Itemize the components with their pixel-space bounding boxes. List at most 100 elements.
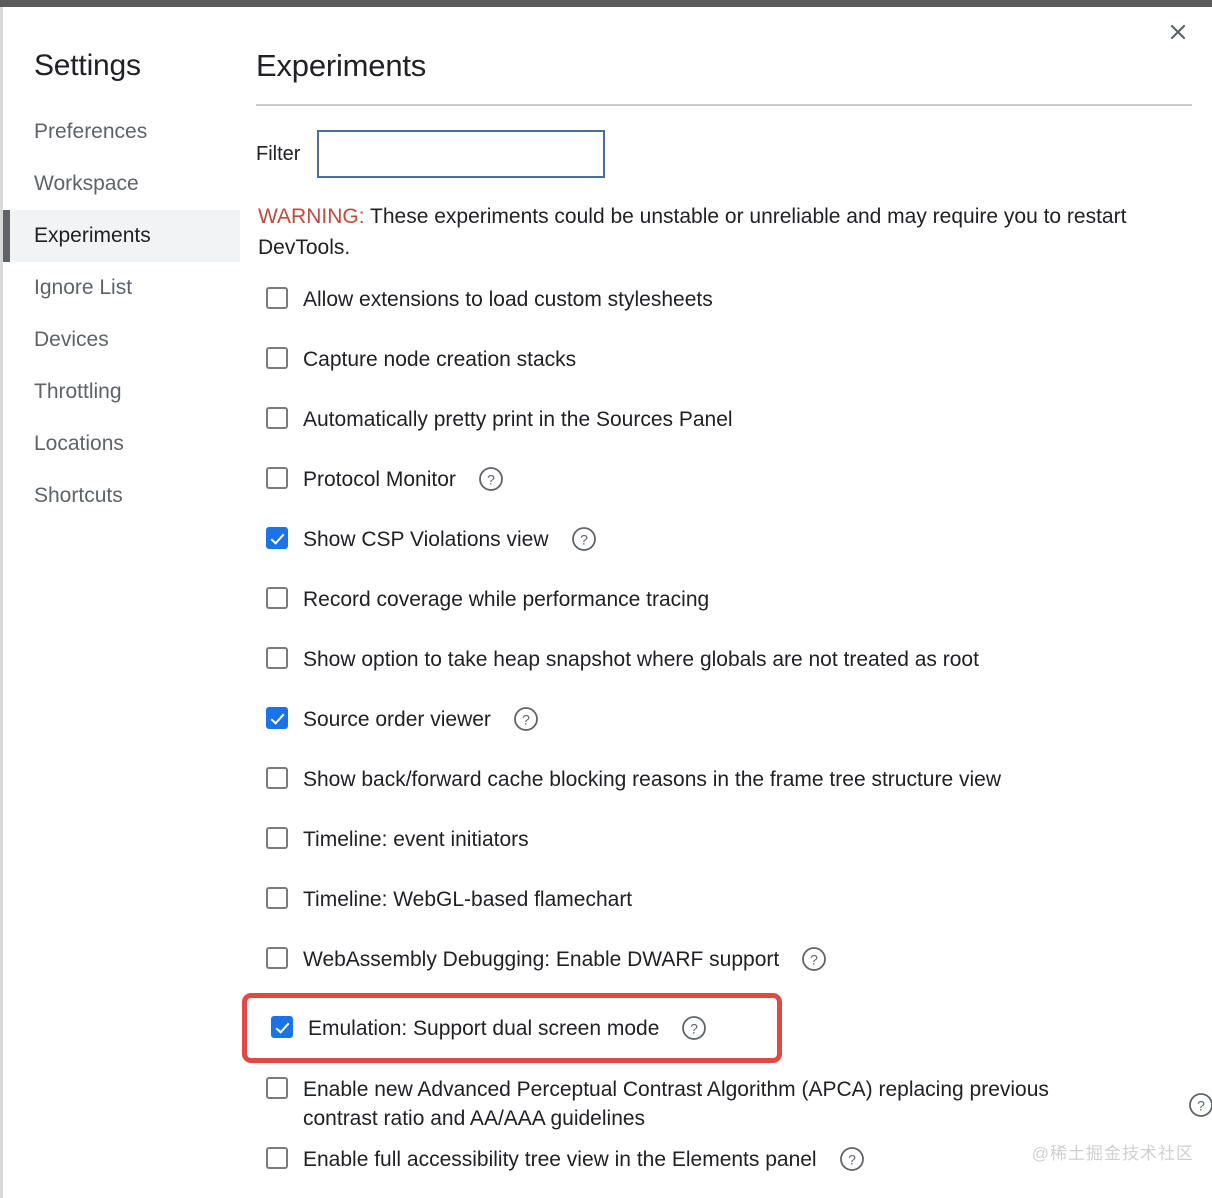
experiment-row[interactable]: Automatically pretty print in the Source… <box>266 393 1196 453</box>
sidebar-item-locations[interactable]: Locations <box>3 418 240 470</box>
sidebar-item-label: Ignore List <box>34 276 133 299</box>
experiment-checkbox[interactable] <box>266 1147 288 1169</box>
sidebar-item-label: Throttling <box>34 380 122 403</box>
sidebar-item-throttling[interactable]: Throttling <box>3 366 240 418</box>
experiments-list: Allow extensions to load custom styleshe… <box>242 273 1212 1193</box>
experiment-row-content: Emulation: Support dual screen mode? <box>271 1014 707 1043</box>
svg-text:?: ? <box>690 1020 698 1036</box>
sidebar-item-preferences[interactable]: Preferences <box>3 106 240 158</box>
experiment-label: Enable full accessibility tree view in t… <box>303 1148 817 1171</box>
watermark: @稀土掘金技术社区 <box>1031 1144 1194 1163</box>
sidebar-item-label: Workspace <box>34 172 139 195</box>
experiment-row[interactable]: Show option to take heap snapshot where … <box>266 633 1196 693</box>
experiment-label: Show option to take heap snapshot where … <box>303 648 979 671</box>
experiment-row[interactable]: Show back/forward cache blocking reasons… <box>266 753 1196 813</box>
experiment-row[interactable]: Source order viewer? <box>266 693 1196 753</box>
sidebar-item-label: Experiments <box>34 224 151 247</box>
window-chrome-bar <box>0 0 1212 7</box>
filter-label: Filter <box>256 143 301 165</box>
experiment-row[interactable]: Timeline: event initiators <box>266 813 1196 873</box>
warning-message: WARNING: These experiments could be unst… <box>258 201 1158 263</box>
sidebar-item-workspace[interactable]: Workspace <box>3 158 240 210</box>
experiment-row[interactable]: Capture node creation stacks <box>266 333 1196 393</box>
experiment-label: WebAssembly Debugging: Enable DWARF supp… <box>303 948 780 971</box>
settings-sidebar: Settings Preferences Workspace Experiments… <box>3 7 240 1198</box>
sidebar-item-ignore-list[interactable]: Ignore List <box>3 262 240 314</box>
filter-row: Filter <box>256 130 606 178</box>
experiment-row-content: Enable new Advanced Perceptual Contrast … <box>266 1063 1073 1133</box>
experiment-checkbox[interactable] <box>266 707 288 729</box>
experiment-row[interactable]: Timeline: WebGL-based flamechart <box>266 873 1196 933</box>
filter-input[interactable] <box>317 130 606 178</box>
svg-text:?: ? <box>522 712 530 728</box>
sidebar-title: Settings <box>34 49 141 82</box>
svg-text:?: ? <box>848 1152 856 1168</box>
experiment-row[interactable]: Enable new Advanced Perceptual Contrast … <box>266 1063 1212 1133</box>
experiment-label: Protocol Monitor <box>303 468 456 491</box>
experiment-row-content: WebAssembly Debugging: Enable DWARF supp… <box>266 933 827 974</box>
sidebar-nav-list: Preferences Workspace Experiments Ignore Li… <box>3 106 240 522</box>
help-icon[interactable]: ? <box>801 946 827 972</box>
experiment-row[interactable]: Show CSP Violations view? <box>266 513 1196 573</box>
experiment-checkbox[interactable] <box>266 887 288 909</box>
experiment-checkbox[interactable] <box>266 647 288 669</box>
experiment-label: Record coverage while performance tracin… <box>303 588 710 611</box>
experiment-checkbox[interactable] <box>266 947 288 969</box>
sidebar-selected-accent <box>3 210 10 262</box>
experiment-label: Automatically pretty print in the Source… <box>303 408 733 431</box>
help-icon[interactable]: ? <box>571 526 597 552</box>
experiment-checkbox[interactable] <box>266 407 288 429</box>
experiment-label: Timeline: event initiators <box>303 828 529 851</box>
help-icon[interactable]: ? <box>839 1146 865 1172</box>
experiment-row[interactable]: Emulation: Support dual screen mode? <box>242 993 782 1063</box>
svg-text:?: ? <box>580 532 588 548</box>
experiment-row-content: Show option to take heap snapshot where … <box>266 633 979 674</box>
experiment-label: Timeline: WebGL-based flamechart <box>303 888 633 911</box>
experiment-checkbox[interactable] <box>266 587 288 609</box>
svg-text:?: ? <box>1197 1098 1205 1114</box>
experiment-checkbox[interactable] <box>266 527 288 549</box>
help-icon[interactable]: ? <box>1188 1092 1212 1118</box>
experiment-row[interactable]: Record coverage while performance tracin… <box>266 573 1196 633</box>
experiment-row[interactable]: Allow extensions to load custom styleshe… <box>266 273 1196 333</box>
experiment-row-content: Allow extensions to load custom styleshe… <box>266 273 713 314</box>
experiment-checkbox[interactable] <box>266 827 288 849</box>
experiment-label: Allow extensions to load custom styleshe… <box>303 288 713 311</box>
sidebar-item-label: Devices <box>34 328 109 351</box>
experiment-row-content: Enable full accessibility tree view in t… <box>266 1133 865 1174</box>
experiment-label: Capture node creation stacks <box>303 348 577 371</box>
page-title: Experiments <box>256 48 427 83</box>
help-icon[interactable]: ? <box>513 706 539 732</box>
experiment-checkbox[interactable] <box>266 467 288 489</box>
help-icon[interactable]: ? <box>478 466 504 492</box>
settings-dialog: Settings Preferences Workspace Experiments… <box>0 0 1212 1198</box>
experiment-label: Show CSP Violations view <box>303 528 549 551</box>
experiment-label: Enable new Advanced Perceptual Contrast … <box>303 1078 1049 1130</box>
experiment-row-content: Capture node creation stacks <box>266 333 576 374</box>
experiment-label: Show back/forward cache blocking reasons… <box>303 768 1001 791</box>
warning-tag: WARNING: <box>258 205 365 228</box>
sidebar-item-experiments[interactable]: Experiments <box>3 210 240 262</box>
warning-text: These experiments could be unstable or u… <box>258 205 1127 259</box>
sidebar-item-shortcuts[interactable]: Shortcuts <box>3 470 240 522</box>
experiment-checkbox[interactable] <box>271 1015 293 1038</box>
experiment-checkbox[interactable] <box>266 767 288 789</box>
experiment-row-content: Timeline: event initiators <box>266 813 529 854</box>
experiment-row[interactable]: WebAssembly Debugging: Enable DWARF supp… <box>266 933 1196 993</box>
experiment-row-content: Record coverage while performance tracin… <box>266 573 709 614</box>
experiment-row-content: Show back/forward cache blocking reasons… <box>266 753 1001 794</box>
svg-text:?: ? <box>810 952 818 968</box>
sidebar-item-label: Preferences <box>34 120 148 143</box>
experiment-label: Source order viewer <box>303 708 491 731</box>
experiment-row-content: Show CSP Violations view? <box>266 513 597 554</box>
experiment-checkbox[interactable] <box>266 347 288 369</box>
header-divider <box>256 104 1192 106</box>
experiment-row[interactable]: Protocol Monitor? <box>266 453 1196 513</box>
experiment-checkbox[interactable] <box>266 1077 288 1099</box>
sidebar-item-label: Locations <box>34 432 124 455</box>
main-panel: Experiments Filter WARNING: These experi… <box>242 7 1212 1198</box>
experiment-checkbox[interactable] <box>266 287 288 309</box>
experiment-row-content: Timeline: WebGL-based flamechart <box>266 873 632 914</box>
help-icon[interactable]: ? <box>681 1015 707 1041</box>
sidebar-item-devices[interactable]: Devices <box>3 314 240 366</box>
